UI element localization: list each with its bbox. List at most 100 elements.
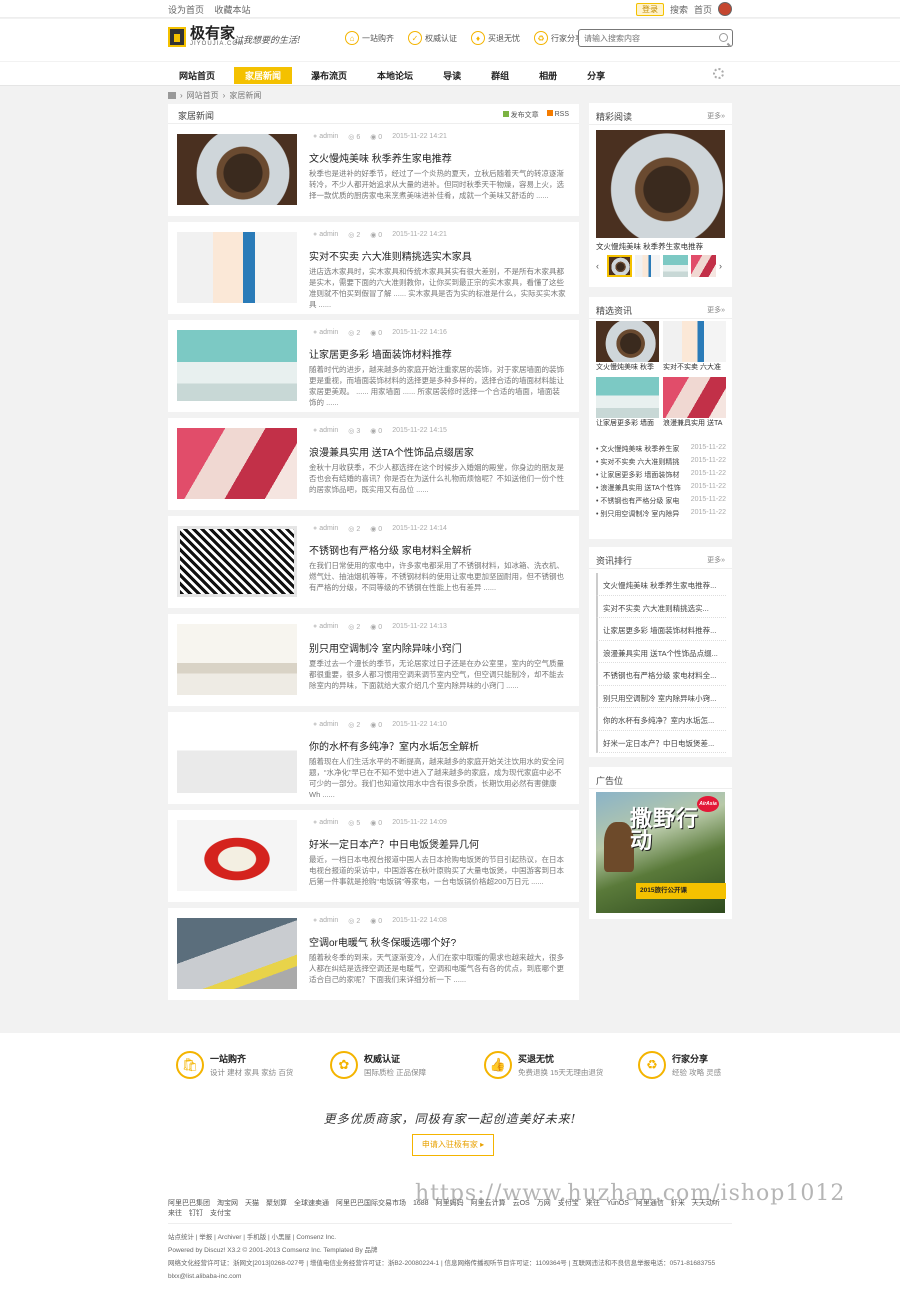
article-title[interactable]: 浪漫兼具实用 送TA个性饰品点缀居家 <box>309 444 474 459</box>
thumbnail[interactable] <box>635 255 660 277</box>
article-thumbnail[interactable] <box>177 918 297 989</box>
article-title[interactable]: 好米一定日本产？中日电饭煲差异几何 <box>309 836 479 851</box>
list-item-title[interactable]: 浪漫兼具实用 送TA个性饰 <box>596 483 680 496</box>
ranking-item[interactable]: 文火慢炖美味 秋季养生家电推荐... <box>596 573 726 596</box>
selected-news-caption[interactable]: 文火慢炖美味 秋季 <box>596 362 659 373</box>
list-item[interactable]: 浪漫兼具实用 送TA个性饰 2015-11-22 <box>596 483 726 496</box>
featured-image[interactable] <box>596 130 725 238</box>
bookmark-link[interactable]: 收藏本站 <box>215 5 251 15</box>
article-author[interactable]: admin <box>313 819 338 827</box>
selected-news-caption[interactable]: 让家居更多彩 墙面 <box>596 418 659 429</box>
search-icon[interactable] <box>719 33 728 42</box>
article-author[interactable]: admin <box>313 231 338 239</box>
article-thumbnail[interactable] <box>177 232 297 303</box>
ranking-item[interactable]: 好米一定日本产？中日电饭煲差... <box>596 730 726 753</box>
footer-link[interactable]: 淘宝网 <box>217 1200 238 1207</box>
thumbnail[interactable] <box>663 255 688 277</box>
ranking-item[interactable]: 不锈钢也有严格分级 家电材料全... <box>596 663 726 686</box>
footer-link[interactable]: 阿里巴巴国际交易市场 <box>336 1200 406 1207</box>
ranking-item[interactable]: 浪漫兼具实用 送TA个性饰品点缀... <box>596 640 726 663</box>
selected-news-image[interactable] <box>596 377 659 418</box>
ranking-item[interactable]: 你的水杯有多纯净？室内水垢怎... <box>596 708 726 731</box>
search-input[interactable] <box>579 30 709 46</box>
post-article-button[interactable]: 发布文章 <box>502 110 539 120</box>
article-thumbnail[interactable] <box>177 820 297 891</box>
next-arrow-icon[interactable]: › <box>719 261 727 271</box>
article-title[interactable]: 你的水杯有多纯净？室内水垢怎全解析 <box>309 738 479 753</box>
ranking-item[interactable]: 让家居更多彩 墙面装饰材料推荐... <box>596 618 726 641</box>
list-item[interactable]: 文火慢炖美味 秋季养生家 2015-11-22 <box>596 444 726 457</box>
selected-news-card[interactable]: 让家居更多彩 墙面 <box>596 377 659 429</box>
home-icon[interactable] <box>168 92 176 99</box>
footer-link[interactable]: 支付宝 <box>210 1210 231 1217</box>
list-item[interactable]: 实对不实卖 六大准则精挑 2015-11-22 <box>596 457 726 470</box>
article-thumbnail[interactable] <box>177 624 297 695</box>
list-item-title[interactable]: 别只用空调制冷 室内除异 <box>596 509 679 522</box>
article-thumbnail[interactable] <box>177 722 297 793</box>
article-thumbnail[interactable] <box>177 526 297 597</box>
selected-news-image[interactable] <box>663 321 726 362</box>
gear-icon[interactable] <box>713 68 724 79</box>
article-thumbnail[interactable] <box>177 428 297 499</box>
list-item[interactable]: 让家居更多彩 墙面装饰材 2015-11-22 <box>596 470 726 483</box>
list-item-title[interactable]: 不锈钢也有严格分级 家电 <box>596 496 679 509</box>
article-author[interactable]: admin <box>313 427 338 435</box>
selected-news-card[interactable]: 浪漫兼具实用 送TA <box>663 377 726 429</box>
footer-link[interactable]: 钉钉 <box>189 1210 203 1217</box>
selected-news-card[interactable]: 实对不实卖 六大准 <box>663 321 726 373</box>
article-author[interactable]: admin <box>313 917 338 925</box>
selected-news-more-link[interactable]: 更多» <box>707 305 725 315</box>
article-author[interactable]: admin <box>313 133 338 141</box>
selected-news-image[interactable] <box>663 377 726 418</box>
nav-item-forum[interactable]: 本地论坛 <box>366 67 424 84</box>
selected-news-caption[interactable]: 实对不实卖 六大准 <box>663 362 726 373</box>
list-item[interactable]: 别只用空调制冷 室内除异 2015-11-22 <box>596 509 726 522</box>
thumbnail[interactable] <box>607 255 632 277</box>
article-title[interactable]: 实对不实卖 六大准则精挑选实木家具 <box>309 248 472 263</box>
nav-item-news[interactable]: 家居新闻 <box>234 67 293 84</box>
article-author[interactable]: admin <box>313 329 338 337</box>
footer-link[interactable]: 来往 <box>168 1210 182 1217</box>
article-author[interactable]: admin <box>313 525 338 533</box>
list-item-title[interactable]: 实对不实卖 六大准则精挑 <box>596 457 679 470</box>
search-link[interactable]: 搜索 <box>670 3 688 16</box>
thumbnail[interactable] <box>691 255 716 277</box>
article-title[interactable]: 让家居更多彩 墙面装饰材料推荐 <box>309 346 452 361</box>
selected-news-card[interactable]: 文火慢炖美味 秋季 <box>596 321 659 373</box>
nav-item-share[interactable]: 分享 <box>576 67 616 84</box>
ranking-item[interactable]: 别只用空调制冷 室内除异味小窍... <box>596 685 726 708</box>
site-logo[interactable]: 极有家 JIYOUJIA.COM <box>168 26 244 47</box>
nav-item-waterfall[interactable]: 瀑布流页 <box>300 67 358 84</box>
article-title[interactable]: 空调or电暖气 秋冬保暖选哪个好? <box>309 934 456 949</box>
login-button[interactable]: 登录 <box>635 2 664 16</box>
user-avatar[interactable] <box>718 2 732 16</box>
ranking-item[interactable]: 实对不实卖 六大准则精挑选实... <box>596 595 726 618</box>
nav-item-home[interactable]: 网站首页 <box>168 67 226 84</box>
footer-link[interactable]: 天猫 <box>245 1200 259 1207</box>
footer-link[interactable]: 全球速卖通 <box>294 1200 329 1207</box>
article-title[interactable]: 不锈钢也有严格分级 家电材料全解析 <box>309 542 472 557</box>
footer-link[interactable]: 阿里巴巴集团 <box>168 1200 210 1207</box>
home-link[interactable]: 首页 <box>694 3 712 16</box>
set-homepage-link[interactable]: 设为首页 <box>168 5 204 15</box>
selected-news-image[interactable] <box>596 321 659 362</box>
footer-link[interactable]: 聚划算 <box>266 1200 287 1207</box>
ad-banner[interactable]: AirAsia 撒野行动 2015旅行公开课 <box>596 792 726 913</box>
featured-caption[interactable]: 文火慢炖美味 秋季养生家电推荐 <box>596 241 703 252</box>
featured-more-link[interactable]: 更多» <box>707 111 725 121</box>
ranking-more-link[interactable]: 更多» <box>707 555 725 565</box>
article-thumbnail[interactable] <box>177 330 297 401</box>
nav-item-groups[interactable]: 群组 <box>480 67 520 84</box>
article-author[interactable]: admin <box>313 721 338 729</box>
breadcrumb-news[interactable]: 家居新闻 <box>229 90 261 101</box>
rss-button[interactable]: RSS <box>546 110 569 120</box>
list-item-title[interactable]: 文火慢炖美味 秋季养生家 <box>596 444 679 457</box>
nav-item-guide[interactable]: 导读 <box>432 67 472 84</box>
apply-merchant-button[interactable]: 申请入驻极有家 ▸ <box>412 1134 494 1156</box>
article-thumbnail[interactable] <box>177 134 297 205</box>
article-title[interactable]: 别只用空调制冷 室内除异味小窍门 <box>309 640 462 655</box>
prev-arrow-icon[interactable]: ‹ <box>596 261 604 271</box>
article-author[interactable]: admin <box>313 623 338 631</box>
list-item-title[interactable]: 让家居更多彩 墙面装饰材 <box>596 470 679 483</box>
article-title[interactable]: 文火慢炖美味 秋季养生家电推荐 <box>309 150 452 165</box>
